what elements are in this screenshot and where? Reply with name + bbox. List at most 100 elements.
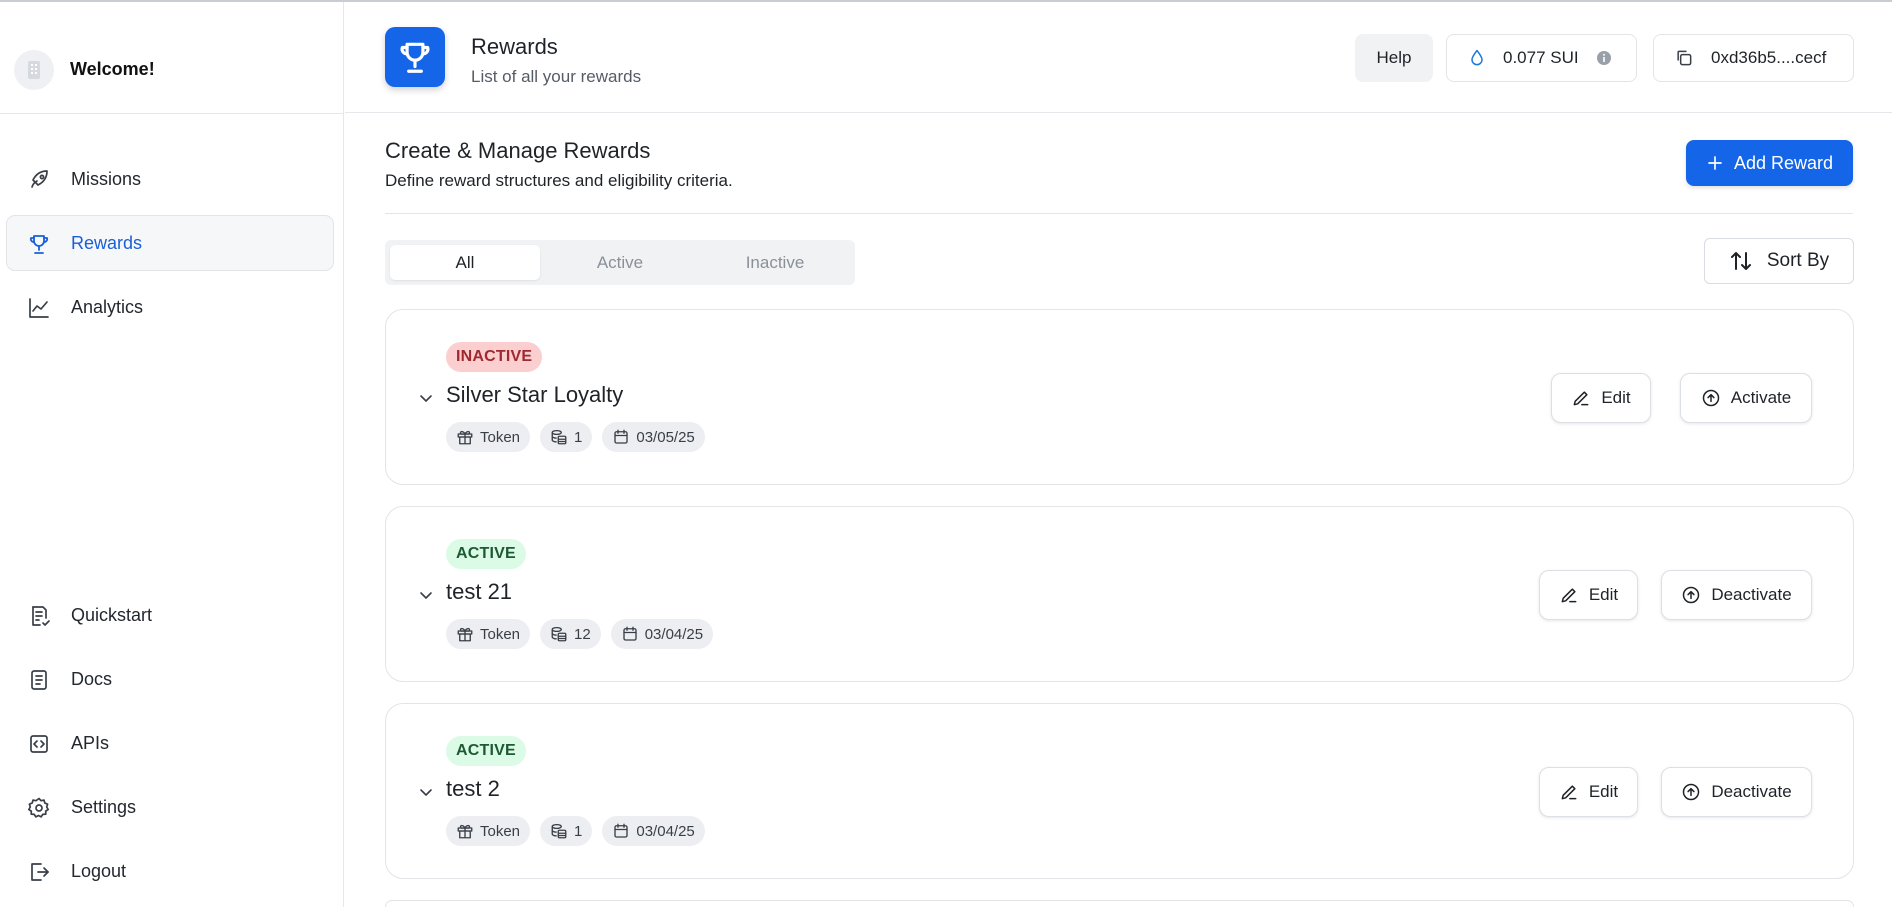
sidebar-item-rewards[interactable]: Rewards [6, 215, 334, 271]
trophy-icon [29, 235, 49, 254]
sidebar-item-label: Rewards [71, 232, 143, 253]
section-title: Create & Manage Rewards [385, 138, 651, 163]
calendar-icon [614, 429, 629, 444]
reward-meta: Token 1 03/05/25 [446, 422, 705, 452]
gift-icon [457, 824, 473, 839]
reward-card-partial [385, 900, 1854, 907]
building-icon [28, 61, 40, 79]
sidebar-item-quickstart[interactable]: Quickstart [6, 587, 334, 643]
rocket-icon [31, 170, 48, 188]
add-reward-label: Add Reward [1733, 152, 1834, 173]
plus-icon [1708, 156, 1722, 170]
sidebar-item-label: APIs [71, 732, 110, 753]
page-title: Rewards [471, 34, 558, 59]
deactivate-button[interactable]: Deactivate [1661, 570, 1812, 620]
trophy-icon [400, 42, 430, 73]
coins-icon [551, 429, 567, 445]
info-icon [1596, 51, 1611, 65]
balance-value: 0.077 SUI [1503, 48, 1579, 67]
reward-meta: Token 1 03/04/25 [446, 816, 705, 846]
pencil-icon [1573, 391, 1589, 406]
section-divider [385, 213, 1853, 214]
reward-date-chip: 03/04/25 [602, 816, 705, 846]
chevron-down-icon[interactable] [418, 587, 434, 603]
section-subtitle: Define reward structures and eligibility… [385, 171, 733, 190]
sidebar-item-label: Quickstart [71, 604, 153, 625]
sort-label: Sort By [1766, 250, 1830, 271]
reward-name: test 2 [446, 776, 500, 801]
edit-button[interactable]: Edit [1551, 373, 1651, 423]
docs-icon [31, 670, 47, 690]
page-header: Rewards List of all your rewards Help 0.… [345, 2, 1892, 113]
wallet-address: 0xd36b5....cecf [1711, 48, 1827, 67]
tab-all[interactable]: All [390, 245, 540, 280]
reward-count-chip: 1 [540, 816, 593, 846]
wallet-address-button[interactable]: 0xd36b5....cecf [1653, 34, 1854, 82]
sidebar-item-label: Settings [71, 796, 137, 817]
sidebar: Welcome! Missions Rewards Analytics Quic… [0, 2, 344, 907]
reward-name: test 21 [446, 579, 513, 604]
reward-name: Silver Star Loyalty [446, 382, 624, 407]
status-tabs: All Active Inactive [385, 240, 855, 285]
reward-type-chip: Token [446, 816, 531, 846]
sidebar-item-logout[interactable]: Logout [6, 843, 334, 899]
reward-count-chip: 12 [540, 619, 601, 649]
gift-icon [457, 627, 473, 642]
gift-icon [457, 430, 473, 445]
reward-card: ACTIVE test 21 Token 12 03/04/25 Edit De… [385, 506, 1854, 682]
edit-button[interactable]: Edit [1539, 570, 1638, 620]
coins-icon [551, 626, 567, 642]
edit-button[interactable]: Edit [1539, 767, 1638, 817]
chevron-down-icon[interactable] [418, 784, 434, 800]
sidebar-item-analytics[interactable]: Analytics [6, 279, 334, 335]
reward-card: ACTIVE test 2 Token 1 03/04/25 Edit Deac… [385, 703, 1854, 879]
sidebar-item-missions[interactable]: Missions [6, 151, 334, 207]
sidebar-item-settings[interactable]: Settings [6, 779, 334, 835]
activate-button[interactable]: Activate [1680, 373, 1812, 423]
reward-type-chip: Token [446, 422, 531, 452]
calendar-icon [614, 823, 629, 838]
quickstart-icon [32, 606, 50, 626]
deactivate-button[interactable]: Deactivate [1661, 767, 1812, 817]
tab-inactive[interactable]: Inactive [700, 245, 850, 280]
avatar [14, 50, 54, 90]
reward-date-chip: 03/04/25 [610, 619, 714, 649]
logout-icon [31, 863, 49, 881]
reward-count-chip: 1 [540, 422, 593, 452]
coins-icon [551, 823, 567, 839]
sidebar-item-label: Analytics [71, 296, 144, 317]
copy-icon [1677, 50, 1692, 66]
code-icon [30, 735, 48, 753]
pencil-icon [1561, 588, 1577, 603]
sidebar-brand: Welcome! [0, 2, 343, 114]
page-subtitle: List of all your rewards [471, 67, 642, 86]
sidebar-item-label: Missions [71, 168, 142, 189]
tab-active[interactable]: Active [545, 245, 695, 280]
droplet-icon [1471, 49, 1483, 66]
status-badge: ACTIVE [446, 539, 526, 569]
add-reward-button[interactable]: Add Reward [1686, 140, 1853, 186]
help-button[interactable]: Help [1355, 34, 1433, 82]
sidebar-item-docs[interactable]: Docs [6, 651, 334, 707]
arrow-up-circle-icon [1702, 389, 1719, 407]
sort-button[interactable]: Sort By [1704, 238, 1854, 284]
arrow-up-circle-icon [1683, 586, 1700, 604]
sort-arrows-icon [1730, 252, 1751, 270]
gear-icon [27, 797, 50, 818]
reward-date-chip: 03/05/25 [602, 422, 705, 452]
rewards-logo [385, 27, 445, 87]
chart-line-icon [29, 298, 49, 318]
reward-card: INACTIVE Silver Star Loyalty Token 1 03/… [385, 309, 1854, 485]
arrow-up-circle-icon [1683, 783, 1700, 801]
status-badge: INACTIVE [446, 342, 543, 372]
chevron-down-icon[interactable] [418, 390, 434, 406]
reward-meta: Token 12 03/04/25 [446, 619, 714, 649]
sidebar-item-label: Docs [71, 668, 113, 689]
sidebar-item-label: Logout [71, 860, 127, 881]
sidebar-item-apis[interactable]: APIs [6, 715, 334, 771]
reward-type-chip: Token [446, 619, 531, 649]
calendar-icon [623, 626, 637, 641]
pencil-icon [1561, 785, 1577, 800]
welcome-title: Welcome! [70, 59, 155, 79]
balance-button[interactable]: 0.077 SUI [1446, 34, 1637, 82]
